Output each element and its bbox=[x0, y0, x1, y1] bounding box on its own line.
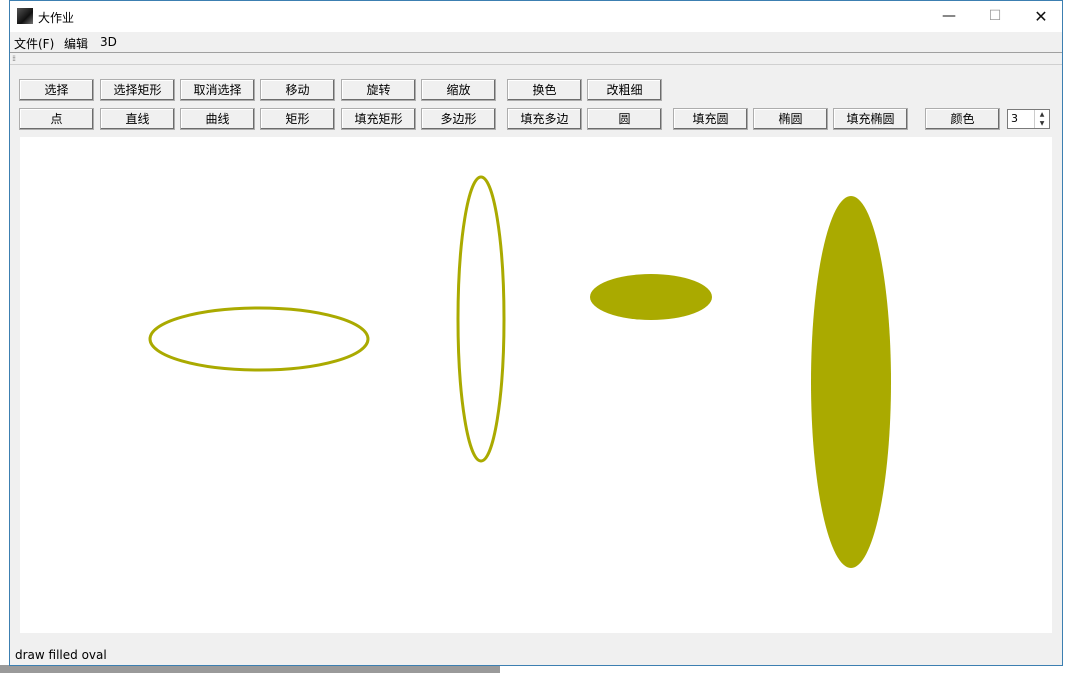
polygon-button[interactable]: 多边形 bbox=[421, 108, 496, 130]
spinner-up-icon[interactable]: ▲ bbox=[1035, 110, 1049, 119]
filled-oval-button[interactable]: 填充椭圆 bbox=[833, 108, 908, 130]
toolbar-grip[interactable]: ⁞⁞ bbox=[12, 54, 16, 63]
filled-rectangle-button[interactable]: 填充矩形 bbox=[341, 108, 416, 130]
oval-button[interactable]: 椭圆 bbox=[753, 108, 828, 130]
point-button[interactable]: 点 bbox=[19, 108, 94, 130]
menu-file[interactable]: 文件(F) bbox=[14, 35, 54, 52]
maximize-button[interactable]: ☐ bbox=[972, 1, 1018, 32]
menu-3d[interactable]: 3D bbox=[100, 35, 117, 49]
spinner-down-icon[interactable]: ▼ bbox=[1035, 119, 1049, 128]
move-button[interactable]: 移动 bbox=[260, 79, 335, 101]
curve-button[interactable]: 曲线 bbox=[180, 108, 255, 130]
filled-oval-small[interactable] bbox=[590, 274, 712, 320]
scale-button[interactable]: 缩放 bbox=[421, 79, 496, 101]
title-bar[interactable]: 大作业 — ☐ ✕ bbox=[10, 1, 1062, 32]
minimize-button[interactable]: — bbox=[926, 1, 972, 32]
window-title: 大作业 bbox=[38, 11, 75, 25]
background-desktop-bottom bbox=[0, 665, 1070, 673]
background-desktop-right bbox=[1062, 0, 1070, 673]
select-rect-button[interactable]: 选择矩形 bbox=[100, 79, 175, 101]
menu-separator bbox=[10, 52, 1062, 53]
drawing-canvas[interactable] bbox=[20, 137, 1052, 633]
change-width-button[interactable]: 改粗细 bbox=[587, 79, 662, 101]
close-button[interactable]: ✕ bbox=[1018, 1, 1064, 32]
line-width-value[interactable]: 3 bbox=[1011, 112, 1018, 125]
status-bar-text: draw filled oval bbox=[15, 648, 107, 662]
app-icon bbox=[17, 8, 33, 24]
line-width-spinner[interactable]: 3 ▲ ▼ bbox=[1007, 109, 1050, 129]
change-color-button[interactable]: 换色 bbox=[507, 79, 582, 101]
select-button[interactable]: 选择 bbox=[19, 79, 94, 101]
line-button[interactable]: 直线 bbox=[100, 108, 175, 130]
menu-edit[interactable]: 编辑 bbox=[64, 35, 88, 52]
filled-polygon-button[interactable]: 填充多边 bbox=[507, 108, 582, 130]
rotate-button[interactable]: 旋转 bbox=[341, 79, 416, 101]
outline-oval-horizontal[interactable] bbox=[148, 306, 370, 372]
toolbar-separator bbox=[10, 64, 1062, 65]
spinner-arrows: ▲ ▼ bbox=[1034, 110, 1049, 128]
main-window: 大作业 — ☐ ✕ 文件(F) 编辑 3D ⁞⁞ 选择 选择矩形 取消选择 移动… bbox=[9, 0, 1063, 666]
color-button[interactable]: 颜色 bbox=[925, 108, 1000, 130]
menu-bar: 文件(F) 编辑 3D bbox=[10, 32, 1062, 52]
circle-button[interactable]: 圆 bbox=[587, 108, 662, 130]
canvas-shapes bbox=[148, 175, 891, 568]
deselect-button[interactable]: 取消选择 bbox=[180, 79, 255, 101]
rectangle-button[interactable]: 矩形 bbox=[260, 108, 335, 130]
outline-oval-vertical[interactable] bbox=[456, 175, 506, 463]
filled-oval-tall[interactable] bbox=[811, 196, 891, 568]
filled-circle-button[interactable]: 填充圆 bbox=[673, 108, 748, 130]
